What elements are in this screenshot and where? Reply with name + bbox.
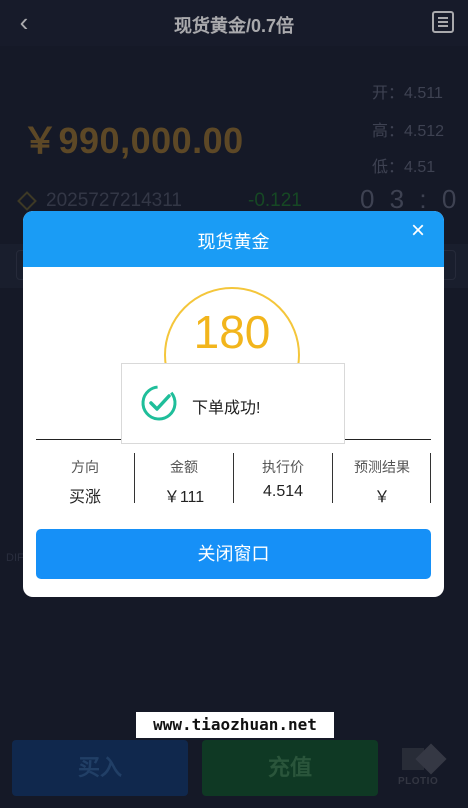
detail-header: 执行价 (262, 459, 304, 475)
detail-header: 金额 (170, 459, 198, 475)
detail-value: ￥ (373, 489, 390, 506)
close-icon[interactable]: × (406, 219, 430, 243)
detail-header: 方向 (71, 459, 99, 475)
detail-amount: 金额 ￥111 (135, 453, 233, 507)
close-window-button[interactable]: 关闭窗口 (36, 529, 431, 579)
watermark: www.tiaozhuan.net (136, 712, 334, 738)
detail-value: 4.514 (262, 483, 304, 500)
modal-header: 现货黄金 × (23, 211, 444, 267)
detail-value: 买涨 (68, 489, 101, 506)
detail-result: 预测结果 ￥ (333, 453, 431, 507)
detail-direction: 方向 买涨 (36, 453, 134, 507)
toast-message: 下单成功! (192, 400, 261, 417)
detail-header: 预测结果 (354, 459, 410, 475)
order-details: 方向 买涨 金额 ￥111 执行价 4.514 预测结果 ￥ (36, 453, 431, 507)
check-circle-icon (141, 385, 177, 421)
detail-value: ￥111 (163, 489, 205, 506)
countdown-value: 180 (193, 306, 271, 358)
detail-exec-price: 执行价 4.514 (234, 453, 332, 501)
modal-title: 现货黄金 (197, 232, 270, 252)
success-toast: 下单成功! (121, 363, 345, 444)
